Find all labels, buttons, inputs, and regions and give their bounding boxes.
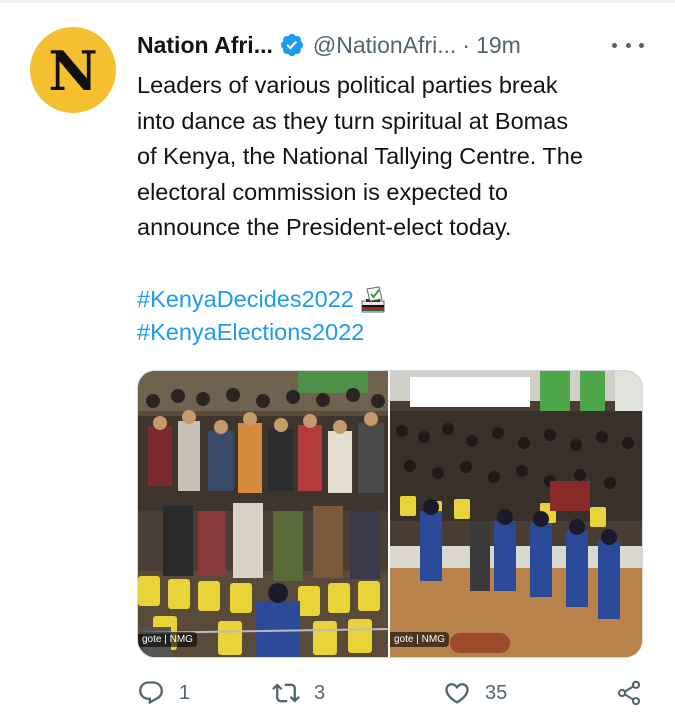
- timestamp[interactable]: 19m: [476, 32, 521, 59]
- hashtag-link[interactable]: #KenyaDecides2022: [137, 283, 354, 316]
- share-button[interactable]: [615, 679, 643, 707]
- like-count: 35: [485, 681, 508, 704]
- handle[interactable]: @NationAfri...: [313, 32, 457, 59]
- avatar-letter: N: [48, 39, 98, 103]
- avatar[interactable]: N: [30, 27, 116, 113]
- photo-credit: gote | NMG: [390, 632, 449, 647]
- reply-count: 1: [179, 681, 191, 704]
- tweet-text-line: Leaders of various political parties bre…: [137, 72, 558, 98]
- photo-2[interactable]: gote | NMG: [390, 371, 642, 657]
- reply-icon: [139, 681, 163, 705]
- tweet-text-line: announce the President-elect today.: [137, 214, 512, 240]
- retweet-count: 3: [314, 681, 326, 704]
- top-divider: [0, 0, 675, 3]
- like-icon: [445, 683, 469, 704]
- separator-dot: ·: [462, 31, 471, 58]
- tweet-text-line: into dance as they turn spiritual at Bom…: [137, 107, 569, 134]
- ballot-box-emoji-icon: [358, 285, 388, 315]
- tweet-header: Nation Afri... @NationAfri... · 19m: [137, 29, 521, 61]
- retweet-button[interactable]: 3: [272, 679, 325, 707]
- retweet-icon: [272, 683, 300, 703]
- like-button[interactable]: 35: [443, 679, 507, 707]
- tweet-text: Leaders of various political parties bre…: [137, 68, 657, 246]
- tweet-actions: 1 3 35: [137, 679, 647, 715]
- display-name[interactable]: Nation Afri...: [137, 32, 273, 59]
- more-icon[interactable]: [612, 35, 644, 55]
- tweet-media: gote | NMG gote | NMG: [137, 370, 643, 658]
- reply-button[interactable]: 1: [137, 679, 190, 707]
- share-icon: [617, 680, 641, 706]
- hashtags: #KenyaDecides2022 #KenyaElections2022: [137, 283, 388, 349]
- photo-1[interactable]: gote | NMG: [138, 371, 390, 657]
- tweet-text-line: electoral commission is expected to: [137, 178, 508, 205]
- hashtag-link[interactable]: #KenyaElections2022: [137, 316, 364, 349]
- photo-credit: gote | NMG: [138, 632, 197, 647]
- verified-badge-icon: [279, 32, 305, 58]
- tweet-text-line: of Kenya, the National Tallying Centre. …: [137, 143, 583, 169]
